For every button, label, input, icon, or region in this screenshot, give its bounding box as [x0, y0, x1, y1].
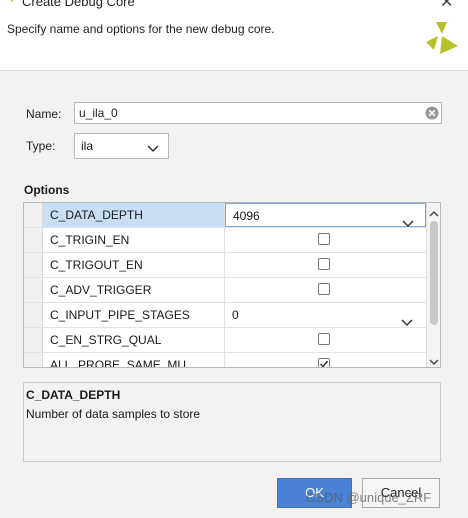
table-row[interactable]: C_TRIGOUT_EN — [24, 253, 426, 278]
type-value: ila — [81, 139, 94, 153]
option-checkbox[interactable] — [318, 233, 330, 245]
option-value-cell — [225, 253, 426, 277]
option-checkbox-checked[interactable] — [318, 358, 330, 367]
row-header — [24, 328, 43, 352]
option-name: C_ADV_TRIGGER — [43, 278, 225, 302]
name-input[interactable]: u_ila_0 — [74, 102, 442, 124]
row-header — [24, 303, 43, 327]
window-title: Create Debug Core — [22, 0, 135, 9]
app-logo-icon — [6, 0, 18, 9]
type-label: Type: — [26, 139, 56, 153]
options-table: C_DATA_DEPTH 4096 C_TRIGIN_EN C_TRIGOUT_… — [23, 202, 441, 368]
close-icon[interactable]: ✕ — [440, 0, 453, 12]
option-name: C_INPUT_PIPE_STAGES — [43, 303, 225, 327]
description-text: Number of data samples to store — [26, 407, 201, 421]
option-name: C_TRIGIN_EN — [43, 228, 225, 252]
row-header — [24, 253, 43, 277]
vertical-scrollbar[interactable] — [426, 203, 440, 367]
instructions-text: Specify name and options for the new deb… — [7, 22, 275, 36]
table-row[interactable]: C_DATA_DEPTH 4096 — [24, 203, 426, 228]
option-value-cell — [225, 328, 426, 352]
option-value: 0 — [232, 308, 239, 322]
option-name: ALL_PROBE_SAME_MU — [43, 353, 225, 367]
table-row[interactable]: C_EN_STRG_QUAL — [24, 328, 426, 353]
row-header — [24, 203, 43, 227]
chevron-down-icon[interactable] — [429, 355, 439, 367]
row-header — [24, 353, 43, 367]
option-value-cell — [225, 228, 426, 252]
chevron-down-icon — [147, 142, 159, 156]
clear-icon[interactable] — [425, 106, 439, 123]
dialog-header — [0, 12, 468, 71]
name-label: Name: — [26, 107, 62, 121]
option-value-select[interactable]: 4096 — [225, 203, 426, 228]
table-row[interactable]: ALL_PROBE_SAME_MU — [24, 353, 426, 367]
type-select[interactable]: ila — [74, 133, 169, 159]
description-panel: C_DATA_DEPTH Number of data samples to s… — [23, 382, 441, 462]
option-name: C_TRIGOUT_EN — [43, 253, 225, 277]
option-value-cell — [225, 278, 426, 302]
option-checkbox[interactable] — [318, 258, 330, 270]
table-row[interactable]: C_TRIGIN_EN — [24, 228, 426, 253]
option-value-cell — [225, 353, 426, 367]
option-name: C_EN_STRG_QUAL — [43, 328, 225, 352]
table-row[interactable]: C_ADV_TRIGGER — [24, 278, 426, 303]
xilinx-logo-icon — [424, 20, 460, 59]
option-value-select[interactable]: 0 — [225, 303, 426, 327]
description-title: C_DATA_DEPTH — [26, 388, 121, 402]
option-name: C_DATA_DEPTH — [43, 203, 225, 227]
watermark-text: CSDN @unique_ZRF — [306, 490, 432, 505]
option-checkbox[interactable] — [318, 283, 330, 295]
options-title: Options — [24, 183, 70, 197]
title-bar: Create Debug Core ✕ — [0, 0, 468, 12]
table-row[interactable]: C_INPUT_PIPE_STAGES 0 — [24, 303, 426, 328]
option-value: 4096 — [233, 209, 260, 223]
chevron-up-icon[interactable] — [429, 206, 439, 220]
option-checkbox[interactable] — [318, 333, 330, 345]
scrollbar-thumb[interactable] — [430, 221, 438, 325]
row-header — [24, 278, 43, 302]
row-header — [24, 228, 43, 252]
